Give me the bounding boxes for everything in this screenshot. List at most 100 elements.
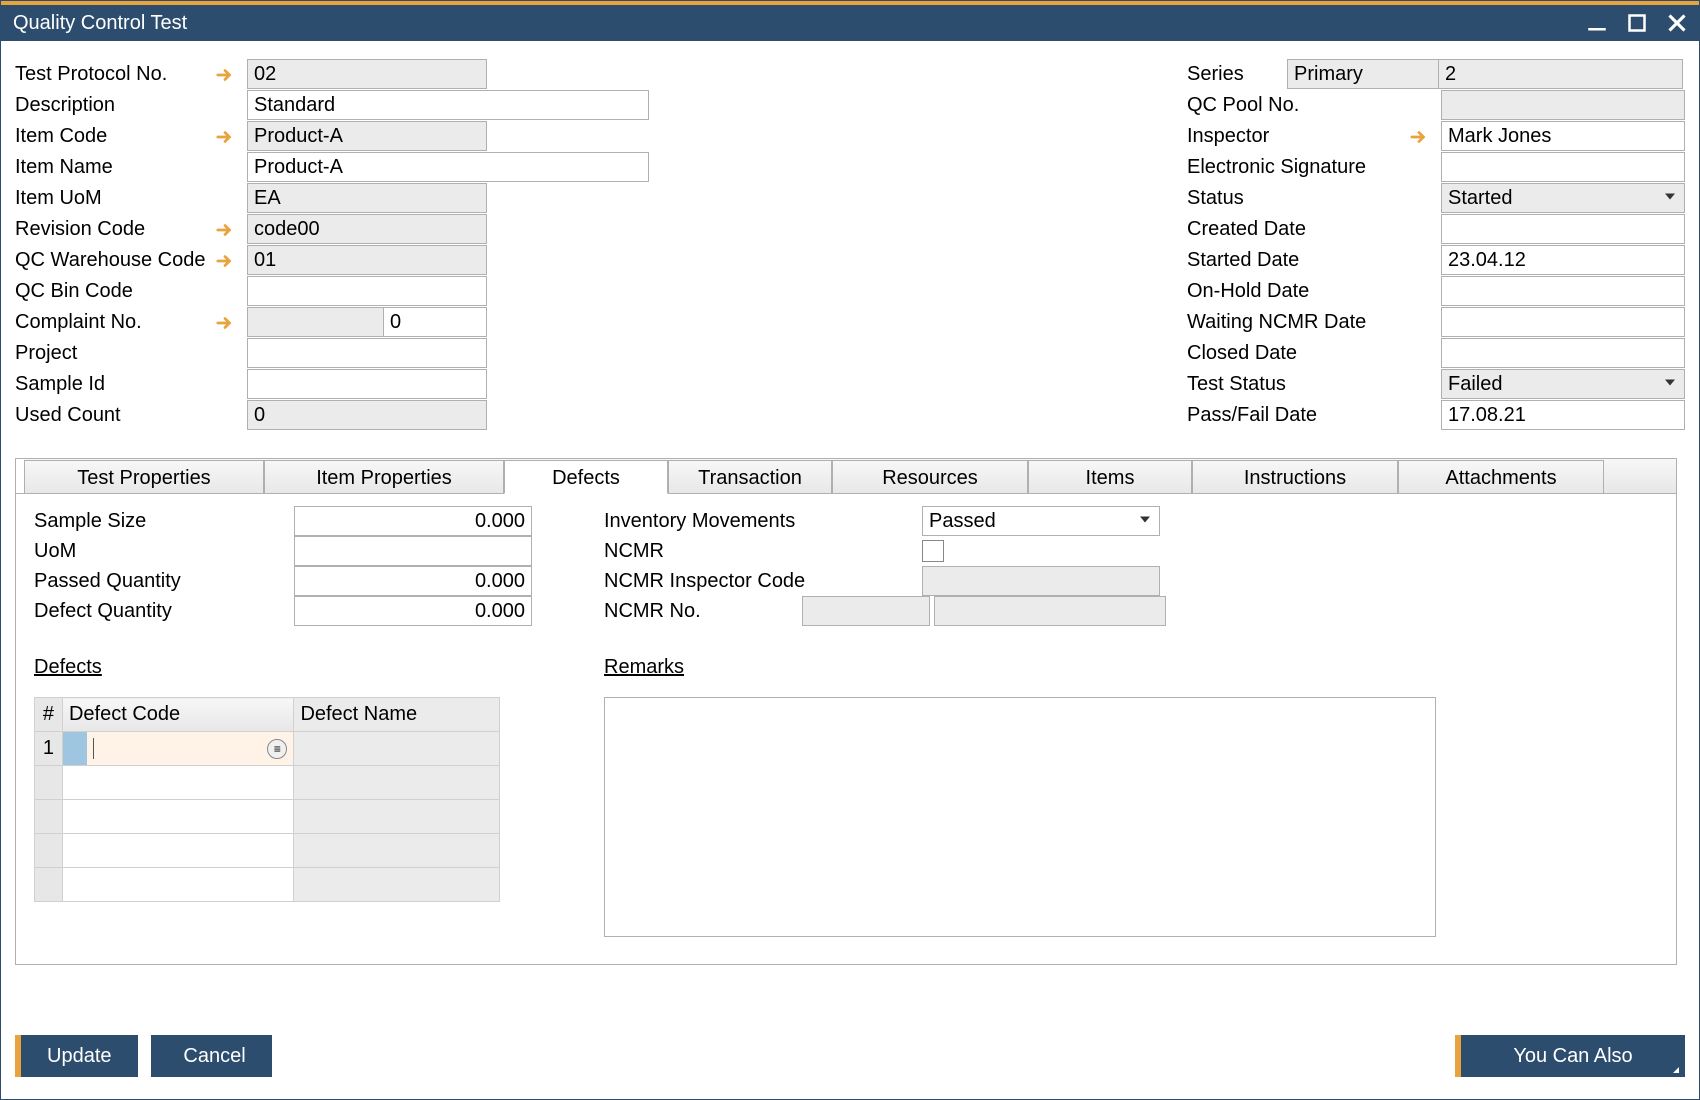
ncmr-no-input-2[interactable]	[934, 596, 1166, 626]
test-status-value[interactable]	[1441, 369, 1685, 399]
form-area: Test Protocol No. Description Item Code	[15, 59, 1685, 430]
cancel-button[interactable]: Cancel	[151, 1035, 271, 1077]
test-protocol-no-label: Test Protocol No.	[15, 63, 247, 86]
left-form-column: Test Protocol No. Description Item Code	[15, 59, 677, 430]
ncmr-inspector-code-input[interactable]	[922, 566, 1160, 596]
defect-code-cell[interactable]: ≡	[62, 732, 293, 766]
quality-control-test-window: Quality Control Test Test Protocol No. D…	[0, 0, 1700, 1100]
series-label: Series	[1187, 63, 1287, 86]
waiting-ncmr-date-label: Waiting NCMR Date	[1187, 311, 1441, 334]
link-arrow-icon[interactable]	[215, 313, 235, 333]
text-cursor	[93, 738, 94, 759]
ncmr-no-input-1[interactable]	[802, 596, 930, 626]
series-input-1[interactable]	[1287, 59, 1439, 89]
started-date-input[interactable]	[1441, 245, 1685, 275]
defects-table-row[interactable]: 1 ≡	[35, 732, 500, 766]
test-protocol-no-input[interactable]	[247, 59, 487, 89]
maximize-button[interactable]	[1627, 13, 1647, 33]
status-select[interactable]	[1441, 183, 1685, 213]
defects-table: # Defect Code Defect Name 1	[34, 697, 500, 902]
tab-attachments[interactable]: Attachments	[1398, 460, 1604, 494]
picker-icon[interactable]: ≡	[267, 739, 287, 759]
sample-size-input[interactable]	[294, 506, 532, 536]
qc-pool-no-input[interactable]	[1441, 90, 1685, 120]
item-code-input[interactable]	[247, 121, 487, 151]
series-pair	[1287, 59, 1683, 89]
inspector-input[interactable]	[1441, 121, 1685, 151]
description-input[interactable]	[247, 90, 649, 120]
defect-quantity-input[interactable]	[294, 596, 532, 626]
defects-table-row[interactable]	[35, 766, 500, 800]
created-date-label: Created Date	[1187, 218, 1441, 241]
minimize-button[interactable]	[1587, 13, 1607, 33]
project-input[interactable]	[247, 338, 487, 368]
used-count-label: Used Count	[15, 404, 247, 427]
project-label: Project	[15, 342, 247, 365]
ncmr-no-label: NCMR No.	[604, 600, 802, 623]
sample-id-input[interactable]	[247, 369, 487, 399]
update-button[interactable]: Update	[15, 1035, 138, 1077]
qc-bin-code-input[interactable]	[247, 276, 487, 306]
test-status-select[interactable]	[1441, 369, 1685, 399]
you-can-also-button[interactable]: You Can Also	[1455, 1035, 1685, 1077]
complaint-no-input-2[interactable]	[384, 307, 487, 337]
waiting-ncmr-date-input[interactable]	[1441, 307, 1685, 337]
link-arrow-icon[interactable]	[215, 220, 235, 240]
ncmr-label: NCMR	[604, 540, 922, 563]
item-uom-input[interactable]	[247, 183, 487, 213]
ncmr-inspector-code-label: NCMR Inspector Code	[604, 570, 922, 593]
row-select-handle[interactable]	[63, 732, 87, 765]
item-uom-label: Item UoM	[15, 187, 247, 210]
tab-transaction[interactable]: Transaction	[668, 460, 832, 494]
tab-body-defects: Sample Size UoM Passed Quantity Defect Q…	[16, 493, 1676, 964]
tab-resources[interactable]: Resources	[832, 460, 1028, 494]
remarks-textarea[interactable]	[604, 697, 1436, 937]
tab-items[interactable]: Items	[1028, 460, 1192, 494]
created-date-input[interactable]	[1441, 214, 1685, 244]
tab-test-properties[interactable]: Test Properties	[24, 460, 264, 494]
complaint-no-pair	[247, 307, 487, 337]
defects-col-code[interactable]: Defect Code	[62, 698, 293, 732]
defects-col-hash[interactable]: #	[35, 698, 63, 732]
link-arrow-icon[interactable]	[1409, 127, 1429, 147]
passed-quantity-label: Passed Quantity	[34, 570, 294, 593]
test-status-label: Test Status	[1187, 373, 1441, 396]
inventory-movements-value[interactable]	[922, 506, 1160, 536]
inventory-movements-label: Inventory Movements	[604, 510, 922, 533]
defects-table-row[interactable]	[35, 868, 500, 902]
uom-input[interactable]	[294, 536, 532, 566]
qc-warehouse-code-input[interactable]	[247, 245, 487, 275]
qc-pool-no-label: QC Pool No.	[1187, 94, 1441, 117]
electronic-signature-input[interactable]	[1441, 152, 1685, 182]
complaint-no-input-1[interactable]	[247, 307, 384, 337]
tab-container: Test Properties Item Properties Defects …	[15, 458, 1677, 965]
ncmr-checkbox[interactable]	[922, 540, 944, 562]
link-arrow-icon[interactable]	[215, 127, 235, 147]
link-arrow-icon[interactable]	[215, 251, 235, 271]
closed-date-input[interactable]	[1441, 338, 1685, 368]
defects-left-panel: Sample Size UoM Passed Quantity Defect Q…	[34, 506, 534, 940]
defects-table-row[interactable]	[35, 800, 500, 834]
link-arrow-icon[interactable]	[215, 65, 235, 85]
passed-quantity-input[interactable]	[294, 566, 532, 596]
used-count-input[interactable]	[247, 400, 487, 430]
defects-row-num: 1	[35, 732, 63, 766]
tab-item-properties[interactable]: Item Properties	[264, 460, 504, 494]
series-input-2[interactable]	[1439, 59, 1683, 89]
inventory-movements-select[interactable]	[922, 506, 1160, 536]
inspector-label: Inspector	[1187, 125, 1441, 148]
close-button[interactable]	[1667, 13, 1687, 33]
revision-code-input[interactable]	[247, 214, 487, 244]
tab-instructions[interactable]: Instructions	[1192, 460, 1398, 494]
passfail-date-label: Pass/Fail Date	[1187, 404, 1441, 427]
defects-table-row[interactable]	[35, 834, 500, 868]
defects-col-name[interactable]: Defect Name	[294, 698, 500, 732]
onhold-date-input[interactable]	[1441, 276, 1685, 306]
ncmr-no-pair	[802, 596, 1166, 626]
item-name-input[interactable]	[247, 152, 649, 182]
passfail-date-input[interactable]	[1441, 400, 1685, 430]
defect-name-cell[interactable]	[294, 732, 500, 766]
status-value[interactable]	[1441, 183, 1685, 213]
tab-defects[interactable]: Defects	[504, 460, 668, 494]
window-controls	[1587, 13, 1687, 33]
